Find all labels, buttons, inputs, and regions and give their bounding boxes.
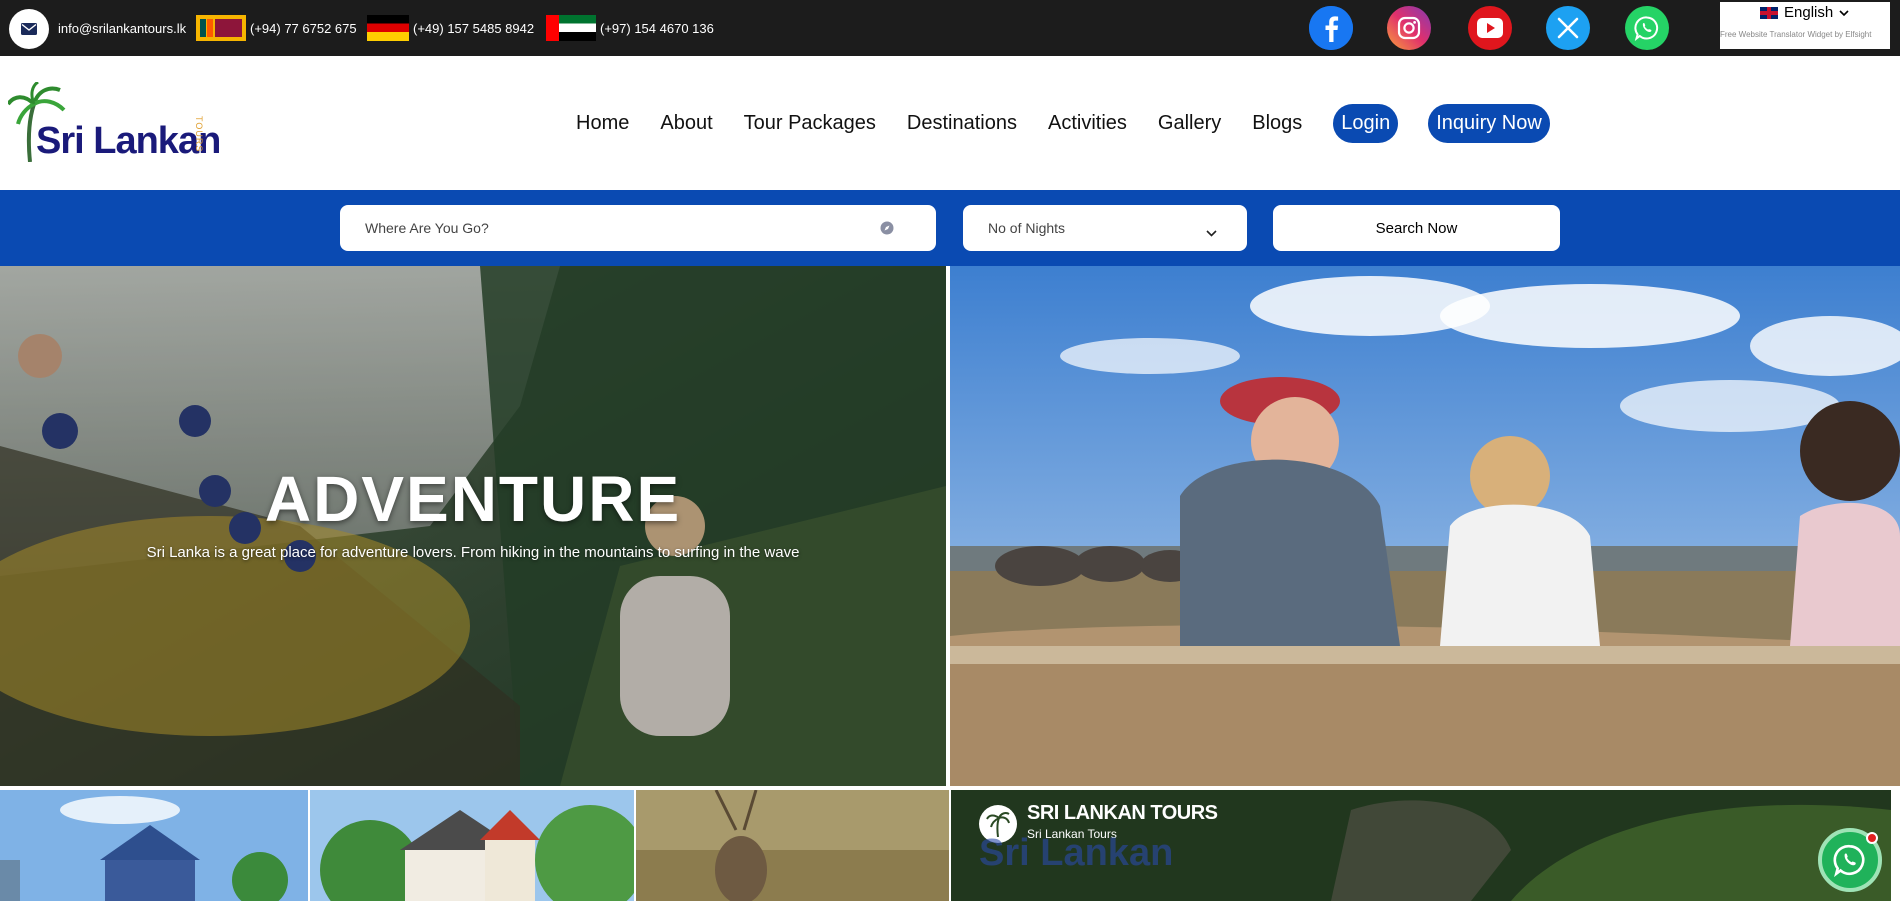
adventure-banner[interactable]: ADVENTURE Sri Lanka is a great place for…	[0, 266, 946, 786]
destination-input[interactable]: Where Are You Go?	[340, 205, 936, 251]
nav-activities[interactable]: Activities	[1048, 112, 1127, 135]
uk-flag-icon	[1760, 6, 1778, 19]
nights-selected-value[interactable]: No of Nights	[988, 220, 1065, 236]
x-icon[interactable]	[1546, 6, 1590, 50]
destination-placeholder[interactable]: Where Are You Go?	[365, 220, 489, 236]
germany-flag-icon	[367, 15, 409, 41]
main-nav: Home About Tour Packages Destinations Ac…	[576, 56, 1550, 190]
phone-germany[interactable]: (+49) 157 5485 8942	[367, 0, 534, 56]
nav-about[interactable]: About	[660, 112, 712, 135]
video-logo-text: Sri Lankan	[979, 832, 1174, 874]
uae-flag-icon	[546, 15, 596, 41]
search-now-button[interactable]: Search Now	[1273, 205, 1560, 251]
notification-dot	[1866, 832, 1878, 844]
gallery-strip: SRI LANKAN TOURS Sri Lankan Tours Sri La…	[0, 790, 1900, 901]
phone-uae[interactable]: (+97) 154 4670 136	[546, 0, 714, 56]
safari-photo[interactable]	[950, 266, 1900, 786]
language-dropdown[interactable]: English	[1760, 4, 1849, 21]
phone-number[interactable]: (+94) 77 6752 675	[250, 21, 357, 36]
chevron-down-icon[interactable]	[1206, 224, 1217, 240]
translator-credit[interactable]: Free Website Translator Widget by Elfsig…	[1720, 30, 1871, 39]
whatsapp-icon[interactable]	[1625, 6, 1669, 50]
nav-blogs[interactable]: Blogs	[1252, 112, 1302, 135]
youtube-icon[interactable]	[1468, 6, 1512, 50]
facebook-icon[interactable]	[1309, 6, 1353, 50]
search-now-label[interactable]: Search Now	[1376, 220, 1458, 237]
phone-sri-lanka[interactable]: (+94) 77 6752 675	[196, 0, 357, 56]
safari-image	[950, 266, 1900, 786]
gallery-tile[interactable]	[636, 790, 949, 901]
palace-photo	[310, 790, 634, 901]
email-link[interactable]: info@srilankantours.lk	[58, 0, 186, 56]
phone-number[interactable]: (+97) 154 4670 136	[600, 21, 714, 36]
language-selector[interactable]: English Free Website Translator Widget b…	[1720, 2, 1890, 49]
login-button[interactable]: Login	[1333, 103, 1399, 143]
video-title[interactable]: SRI LANKAN TOURS	[1027, 802, 1218, 825]
logo-subtext: TOURS	[194, 116, 204, 153]
logo[interactable]: Sri Lankan TOURS	[8, 82, 228, 198]
email-text[interactable]: info@srilankantours.lk	[58, 21, 186, 36]
compass-icon	[880, 221, 894, 238]
nav-tour-packages[interactable]: Tour Packages	[744, 112, 876, 135]
whatsapp-icon[interactable]	[1833, 843, 1867, 877]
nights-select[interactable]: No of Nights	[963, 205, 1247, 251]
mail-icon	[9, 9, 49, 49]
phone-number[interactable]: (+49) 157 5485 8942	[413, 21, 534, 36]
top-bar: info@srilankantours.lk (+94) 77 6752 675…	[0, 0, 1900, 56]
video-card[interactable]: SRI LANKAN TOURS Sri Lankan Tours Sri La…	[951, 790, 1891, 901]
sri-lanka-flag-icon	[196, 15, 246, 41]
nav-home[interactable]: Home	[576, 112, 629, 135]
logo-text: Sri Lankan	[36, 120, 221, 162]
hero-title: ADVENTURE	[264, 463, 682, 535]
instagram-icon[interactable]	[1387, 6, 1431, 50]
nav-gallery[interactable]: Gallery	[1158, 112, 1221, 135]
language-label[interactable]: English	[1784, 4, 1833, 21]
search-bar: Where Are You Go? No of Nights Search No…	[0, 190, 1900, 266]
hero-subtitle: Sri Lanka is a great place for adventure…	[146, 544, 800, 561]
deer-photo	[636, 790, 949, 901]
inquiry-now-button[interactable]: Inquiry Now	[1428, 103, 1550, 143]
temple-photo	[0, 790, 308, 901]
gallery-tile[interactable]	[0, 790, 308, 901]
chevron-down-icon[interactable]	[1839, 4, 1849, 21]
gallery-tile[interactable]	[310, 790, 634, 901]
nav-destinations[interactable]: Destinations	[907, 112, 1017, 135]
